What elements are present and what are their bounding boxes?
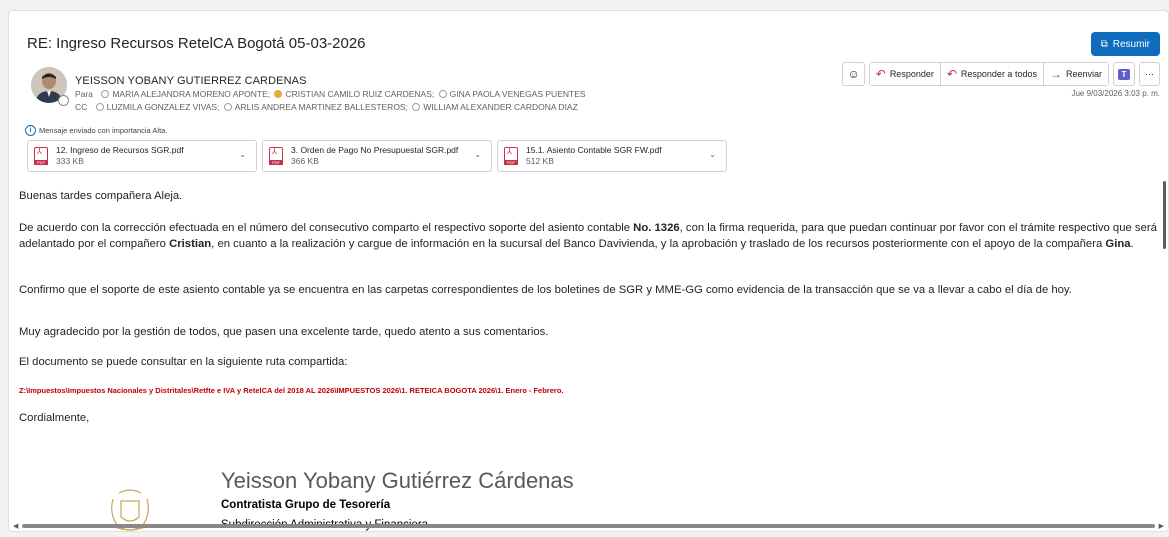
emoji-reaction-button[interactable]: ☺ bbox=[842, 62, 865, 86]
summarize-icon: ⧉ bbox=[1100, 38, 1108, 50]
reply-button[interactable]: ↶ Responder bbox=[869, 63, 941, 85]
scroll-left-icon[interactable]: ◀ bbox=[13, 522, 18, 530]
pdf-icon bbox=[34, 147, 48, 165]
body-paragraph: De acuerdo con la corrección efectuada e… bbox=[19, 222, 1157, 250]
cc-label: CC bbox=[75, 102, 88, 112]
more-actions-button[interactable]: ··· bbox=[1139, 62, 1160, 86]
presence-icon bbox=[95, 103, 104, 111]
to-recipients: Para MARIA ALEJANDRA MORENO APONTE; CRIS… bbox=[75, 89, 586, 99]
body-paragraph: Muy agradecido por la gestión de todos, … bbox=[19, 326, 549, 338]
email-subject: RE: Ingreso Recursos RetelCA Bogotá 05-0… bbox=[27, 35, 366, 52]
reply-group: ↶ Responder ↶ Responder a todos → Reenvi… bbox=[868, 62, 1109, 86]
importance-notice: i Mensaje enviado con importancia Alta. bbox=[25, 125, 167, 136]
attachment-size: 366 KB bbox=[291, 156, 319, 166]
attachment-name: 12. Ingreso de Recursos SGR.pdf bbox=[56, 145, 184, 155]
shared-path: Z:\Impuestos\Impuestos Nacionales y Dist… bbox=[19, 386, 564, 395]
smiley-icon: ☺ bbox=[847, 67, 860, 81]
chevron-down-icon[interactable]: ⌄ bbox=[239, 150, 246, 159]
vertical-scrollbar[interactable] bbox=[1163, 181, 1166, 249]
forward-icon: → bbox=[1049, 67, 1062, 81]
email-reading-pane: RE: Ingreso Recursos RetelCA Bogotá 05-0… bbox=[8, 10, 1169, 532]
presence-icon bbox=[438, 90, 447, 98]
attachment-size: 512 KB bbox=[526, 156, 554, 166]
to-label: Para bbox=[75, 89, 93, 99]
chevron-down-icon[interactable]: ⌄ bbox=[709, 150, 716, 159]
forward-button[interactable]: → Reenviar bbox=[1043, 63, 1108, 85]
attachment-size: 333 KB bbox=[56, 156, 84, 166]
recipient[interactable]: LUZMILA GONZALEZ VIVAS; bbox=[107, 102, 220, 112]
pdf-icon bbox=[504, 147, 518, 165]
closing: Cordialmente, bbox=[19, 412, 90, 424]
attachment-list: 12. Ingreso de Recursos SGR.pdf 333 KB ⌄… bbox=[27, 140, 727, 172]
scroll-right-icon[interactable]: ▶ bbox=[1159, 522, 1164, 530]
chevron-down-icon[interactable]: ⌄ bbox=[474, 150, 481, 159]
recipient[interactable]: WILLIAM ALEXANDER CARDONA DIAZ bbox=[423, 102, 577, 112]
presence-icon bbox=[274, 90, 283, 98]
sent-date: Jue 9/03/2026 3:03 p. m. bbox=[1071, 89, 1160, 98]
greeting: Buenas tardes compañera Aleja. bbox=[19, 190, 183, 202]
presence-icon bbox=[412, 103, 421, 111]
more-icon: ··· bbox=[1145, 69, 1154, 79]
reply-icon: ↶ bbox=[875, 67, 886, 81]
summarize-button[interactable]: ⧉ Resumir bbox=[1090, 32, 1160, 56]
reply-all-icon: ↶ bbox=[946, 67, 957, 81]
presence-icon bbox=[101, 90, 110, 98]
reply-all-button[interactable]: ↶ Responder a todos bbox=[940, 63, 1044, 85]
cc-recipients: CC LUZMILA GONZALEZ VIVAS; ARLIS ANDREA … bbox=[75, 102, 578, 112]
attachment[interactable]: 3. Orden de Pago No Presupuestal SGR.pdf… bbox=[262, 140, 492, 172]
teams-icon: T bbox=[1118, 68, 1130, 80]
signature-role: Contratista Grupo de Tesorería bbox=[221, 499, 391, 511]
teams-button[interactable]: T bbox=[1113, 62, 1135, 86]
scrollbar-thumb[interactable] bbox=[22, 524, 1155, 528]
presence-icon bbox=[223, 103, 232, 111]
attachment-name: 3. Orden de Pago No Presupuestal SGR.pdf bbox=[291, 145, 459, 155]
signature-name: Yeisson Yobany Gutiérrez Cárdenas bbox=[221, 468, 574, 493]
recipient[interactable]: GINA PAOLA VENEGAS PUENTES bbox=[450, 89, 586, 99]
recipient[interactable]: MARIA ALEJANDRA MORENO APONTE; bbox=[112, 89, 270, 99]
body-paragraph: Confirmo que el soporte de este asiento … bbox=[19, 284, 1072, 296]
pdf-icon bbox=[269, 147, 283, 165]
attachment[interactable]: 12. Ingreso de Recursos SGR.pdf 333 KB ⌄ bbox=[27, 140, 257, 172]
presence-status-icon bbox=[58, 95, 69, 106]
body-paragraph: El documento se puede consultar en la si… bbox=[19, 356, 348, 368]
recipient[interactable]: CRISTIAN CAMILO RUIZ CARDENAS; bbox=[285, 89, 434, 99]
attachment-name: 15.1. Asiento Contable SGR FW.pdf bbox=[526, 145, 662, 155]
message-actions: ☺ ↶ Responder ↶ Responder a todos → Reen… bbox=[842, 62, 1160, 86]
horizontal-scrollbar[interactable]: ◀ ▶ bbox=[13, 522, 1164, 530]
sender-name[interactable]: YEISSON YOBANY GUTIERREZ CARDENAS bbox=[75, 75, 307, 87]
attachment[interactable]: 15.1. Asiento Contable SGR FW.pdf 512 KB… bbox=[497, 140, 727, 172]
recipient[interactable]: ARLIS ANDREA MARTINEZ BALLESTEROS; bbox=[235, 102, 408, 112]
info-icon: i bbox=[25, 125, 36, 136]
